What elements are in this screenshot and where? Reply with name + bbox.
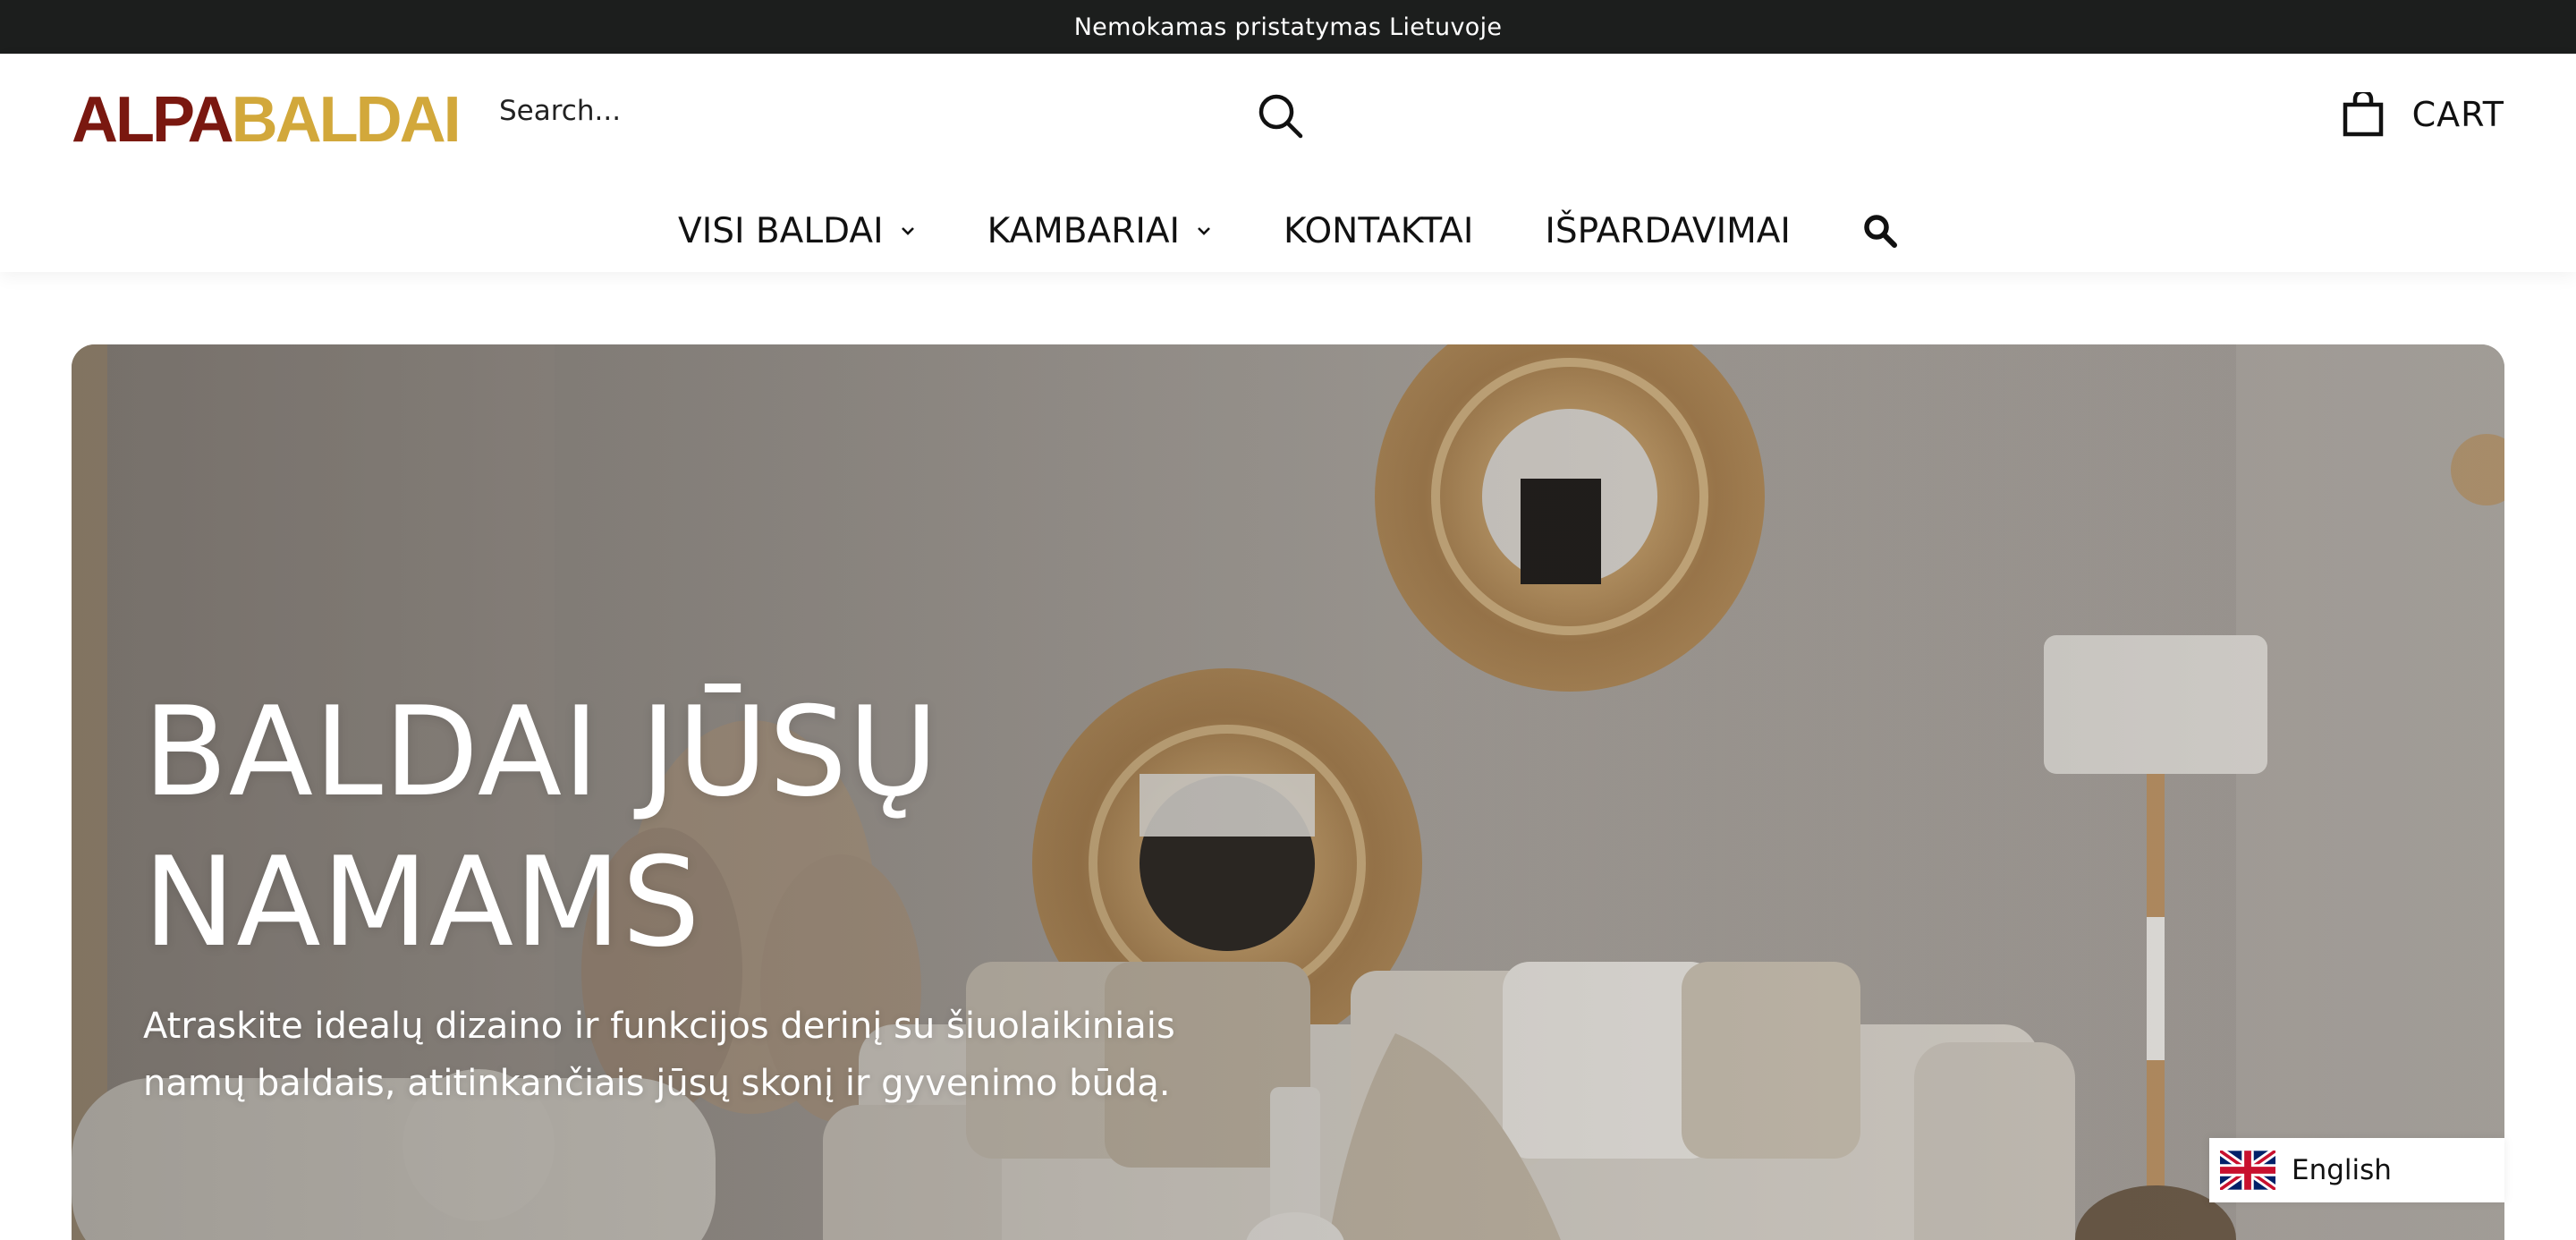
nav-item-ispardavimai[interactable]: IŠPARDAVIMAI [1509,211,1826,251]
hero-subtitle-line-1: Atraskite idealų dizaino ir funkcijos de… [143,1006,1175,1047]
search-input[interactable] [483,82,1288,140]
language-label: English [2292,1154,2392,1186]
site-logo[interactable]: ALPABALDAI [72,88,462,152]
search-button[interactable] [1256,91,1306,141]
chevron-down-icon [901,227,914,235]
shopping-bag-icon [2343,92,2383,137]
logo-part-baldai: BALDAI [231,84,462,156]
hero-title-line-1: BALDAI JŪSŲ [143,680,940,824]
site-header: ALPABALDAI CART VISI BALDAI KAMBARIAI [0,54,2576,272]
hero-title-line-2: NAMAMS [143,830,701,974]
chevron-down-icon [1198,227,1210,235]
nav-item-label: VISI BALDAI [678,210,884,251]
nav-item-label: KONTAKTAI [1284,210,1474,251]
search-icon [1864,215,1897,248]
announcement-text: Nemokamas pristatymas Lietuvoje [1073,13,1503,41]
cart-link[interactable]: CART [2343,89,2504,140]
uk-flag-icon [2220,1151,2275,1190]
nav-item-kontaktai[interactable]: KONTAKTAI [1248,211,1509,251]
search-icon [1258,94,1303,139]
language-switcher[interactable]: English [2209,1138,2504,1202]
announcement-bar: Nemokamas pristatymas Lietuvoje [0,0,2576,54]
main-nav: VISI BALDAI KAMBARIAI KONTAKTAI IŠPARDAV… [0,195,2576,267]
logo-part-alpa: ALPA [72,84,234,156]
hero-subtitle: Atraskite idealų dizaino ir funkcijos de… [143,998,1199,1112]
hero-title: BALDAI JŪSŲ NAMAMS [143,677,1216,978]
nav-search-button[interactable] [1826,213,1934,249]
cart-label: CART [2411,95,2504,134]
nav-item-visi-baldai[interactable]: VISI BALDAI [642,211,952,251]
nav-item-kambariai[interactable]: KAMBARIAI [952,211,1248,251]
nav-item-label: KAMBARIAI [987,210,1181,251]
hero-subtitle-line-2: namų baldais, atitinkančiais jūsų skonį … [143,1063,1171,1104]
nav-item-label: IŠPARDAVIMAI [1545,210,1791,251]
hero-banner: BALDAI JŪSŲ NAMAMS Atraskite idealų diza… [72,344,2504,1240]
